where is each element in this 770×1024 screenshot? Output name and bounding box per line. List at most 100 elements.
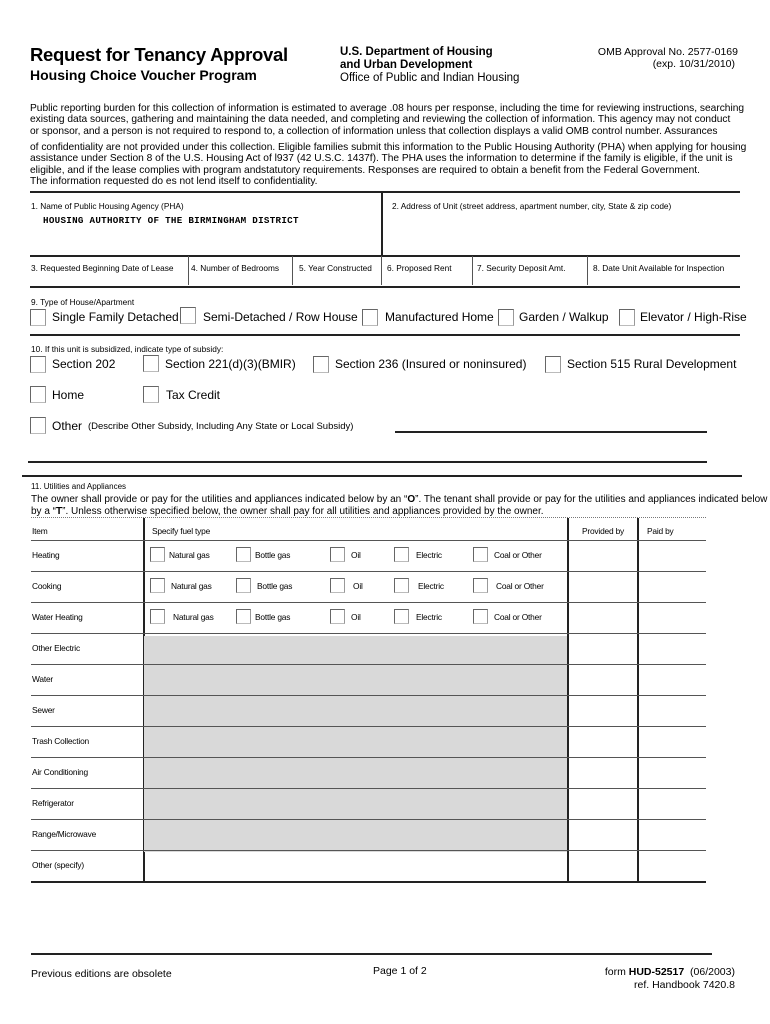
paid-by-field[interactable] bbox=[640, 635, 704, 662]
column-header-fuel-type: Specify fuel type bbox=[152, 526, 211, 536]
checkbox-single-family-detached[interactable] bbox=[30, 309, 46, 326]
fuel-type-label: Electric bbox=[416, 550, 442, 560]
paid-by-field[interactable] bbox=[640, 821, 704, 848]
provided-by-field[interactable] bbox=[570, 542, 634, 569]
paid-by-field[interactable] bbox=[640, 604, 704, 631]
option-section-236: Section 236 (Insured or noninsured) bbox=[335, 357, 527, 371]
other-subsidy-line-2 bbox=[28, 461, 707, 463]
column-header-provided-by: Provided by bbox=[582, 526, 625, 536]
paid-by-field[interactable] bbox=[640, 542, 704, 569]
notice-line: Public reporting burden for this collect… bbox=[30, 103, 745, 114]
provided-by-field[interactable] bbox=[570, 759, 634, 786]
checkbox-section-515[interactable] bbox=[545, 356, 561, 373]
unit-address-field[interactable] bbox=[392, 213, 737, 251]
proposed-rent-field[interactable] bbox=[384, 274, 470, 284]
other-subsidy-line bbox=[395, 431, 707, 433]
year-constructed-field[interactable] bbox=[295, 274, 379, 284]
paid-by-field[interactable] bbox=[640, 697, 704, 724]
provided-by-field[interactable] bbox=[570, 604, 634, 631]
checkbox-elevator-high-rise[interactable] bbox=[619, 309, 635, 326]
checkbox-section-202[interactable] bbox=[30, 356, 46, 373]
utility-item-label: Cooking bbox=[32, 581, 62, 591]
divider bbox=[30, 334, 740, 336]
divider bbox=[188, 256, 189, 285]
checkbox-fuel-natural-gas[interactable] bbox=[150, 609, 165, 624]
pha-name-field[interactable]: HOUSING AUTHORITY OF THE BIRMINGHAM DIST… bbox=[43, 215, 299, 226]
checkbox-fuel-natural-gas[interactable] bbox=[150, 547, 165, 562]
checkbox-fuel-electric[interactable] bbox=[394, 547, 409, 562]
provided-by-field[interactable] bbox=[570, 573, 634, 600]
checkbox-fuel-bottle-gas[interactable] bbox=[236, 609, 251, 624]
utilities-intro-line2: by a “T”. Unless otherwise specified bel… bbox=[31, 506, 544, 517]
other-specify-field[interactable] bbox=[146, 853, 564, 877]
checkbox-fuel-coal-or-other[interactable] bbox=[473, 578, 488, 593]
paid-by-field[interactable] bbox=[640, 759, 704, 786]
checkbox-other-subsidy[interactable] bbox=[30, 417, 46, 434]
checkbox-fuel-oil[interactable] bbox=[330, 578, 345, 593]
provided-by-field[interactable] bbox=[570, 852, 634, 879]
checkbox-tax-credit[interactable] bbox=[143, 386, 159, 403]
fuel-type-label: Bottle gas bbox=[257, 581, 293, 591]
notice-line: existing data sources, gathering and mai… bbox=[30, 114, 731, 126]
lease-begin-date-field[interactable] bbox=[31, 274, 186, 284]
checkbox-garden-walkup[interactable] bbox=[498, 309, 514, 326]
fuel-type-label: Natural gas bbox=[171, 581, 212, 591]
paid-by-field[interactable] bbox=[640, 790, 704, 817]
inspection-date-field[interactable] bbox=[590, 274, 740, 284]
fuel-type-label: Electric bbox=[418, 581, 444, 591]
checkbox-fuel-natural-gas[interactable] bbox=[150, 578, 165, 593]
divider bbox=[567, 518, 569, 882]
notice-line: or sponsor, and a person is not required… bbox=[30, 125, 718, 137]
previous-editions-note: Previous editions are obsolete bbox=[31, 968, 172, 980]
checkbox-fuel-coal-or-other[interactable] bbox=[473, 609, 488, 624]
checkbox-fuel-bottle-gas[interactable] bbox=[236, 578, 251, 593]
paid-by-field[interactable] bbox=[640, 852, 704, 879]
burden-notice-b: of confidentiality are not provided unde… bbox=[30, 142, 746, 188]
handbook-reference: ref. Handbook 7420.8 bbox=[634, 979, 735, 991]
fuel-type-label: Oil bbox=[353, 581, 363, 591]
option-single-family-detached: Single Family Detached bbox=[52, 310, 179, 324]
utility-item-label: Range/Microwave bbox=[32, 829, 97, 839]
divider bbox=[31, 819, 706, 820]
inspection-date-label: 8. Date Unit Available for Inspection bbox=[593, 263, 725, 273]
divider bbox=[30, 286, 740, 288]
provided-by-field[interactable] bbox=[570, 697, 634, 724]
checkbox-fuel-oil[interactable] bbox=[330, 609, 345, 624]
paid-by-field[interactable] bbox=[640, 666, 704, 693]
paid-by-field[interactable] bbox=[640, 573, 704, 600]
dept-name-line2: and Urban Development bbox=[340, 59, 473, 71]
checkbox-home[interactable] bbox=[30, 386, 46, 403]
security-deposit-field[interactable] bbox=[475, 274, 585, 284]
checkbox-manufactured-home[interactable] bbox=[362, 309, 378, 326]
divider bbox=[31, 757, 706, 758]
other-subsidy-field[interactable] bbox=[395, 418, 707, 430]
table-bottom-border bbox=[31, 881, 706, 883]
form-title: Request for Tenancy Approval bbox=[30, 44, 288, 65]
checkbox-section-221[interactable] bbox=[143, 355, 159, 372]
form-id: HUD-52517 bbox=[628, 966, 685, 978]
option-garden-walkup: Garden / Walkup bbox=[519, 310, 609, 324]
provided-by-field[interactable] bbox=[570, 790, 634, 817]
checkbox-fuel-electric[interactable] bbox=[394, 578, 409, 593]
divider bbox=[31, 602, 706, 603]
provided-by-field[interactable] bbox=[570, 635, 634, 662]
bedrooms-field[interactable] bbox=[191, 274, 290, 284]
provided-by-field[interactable] bbox=[570, 728, 634, 755]
checkbox-section-236[interactable] bbox=[313, 356, 329, 373]
checkbox-fuel-oil[interactable] bbox=[330, 547, 345, 562]
fuel-type-label: Oil bbox=[351, 550, 361, 560]
provided-by-field[interactable] bbox=[570, 666, 634, 693]
checkbox-fuel-electric[interactable] bbox=[394, 609, 409, 624]
page-number: Page 1 of 2 bbox=[373, 965, 427, 977]
paid-by-field[interactable] bbox=[640, 728, 704, 755]
provided-by-field[interactable] bbox=[570, 821, 634, 848]
checkbox-semi-detached[interactable] bbox=[180, 307, 196, 324]
divider bbox=[30, 255, 740, 257]
intro-text: The owner shall provide or pay for the u… bbox=[31, 494, 408, 505]
checkbox-fuel-bottle-gas[interactable] bbox=[236, 547, 251, 562]
house-type-label: 9. Type of House/Apartment bbox=[31, 297, 135, 307]
divider bbox=[31, 726, 706, 727]
intro-text: ”. Unless otherwise specified below, the… bbox=[62, 506, 544, 517]
utility-item-label: Air Conditioning bbox=[32, 767, 88, 777]
checkbox-fuel-coal-or-other[interactable] bbox=[473, 547, 488, 562]
